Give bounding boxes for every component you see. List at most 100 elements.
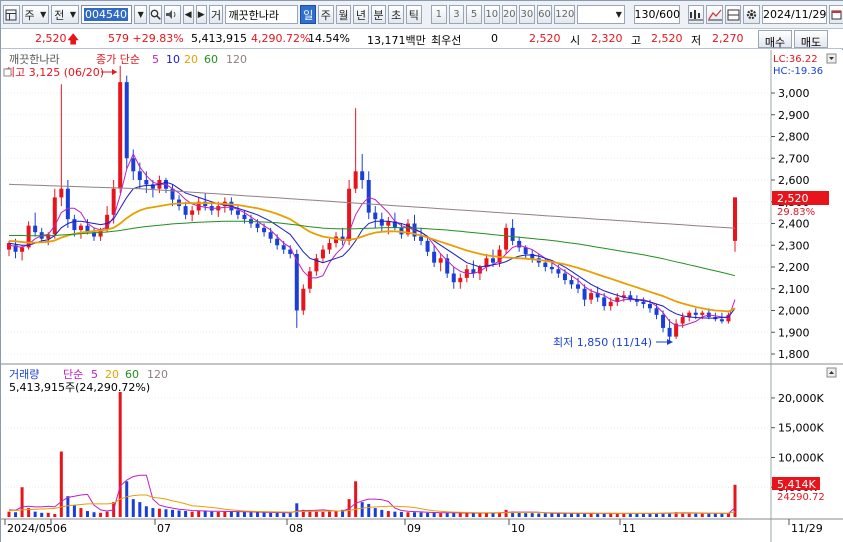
chart-tools-icon	[689, 9, 704, 20]
minute-120-button[interactable]: 120	[554, 5, 576, 24]
candle	[373, 212, 378, 220]
candle	[255, 223, 260, 228]
scope-select[interactable]: 전 ▼	[51, 5, 80, 24]
period-second-button[interactable]: 초	[388, 5, 405, 24]
volume-bar	[314, 511, 318, 517]
grid-menu-icon[interactable]	[3, 5, 20, 24]
low-label: 저	[691, 34, 702, 47]
candle	[733, 197, 737, 241]
minute-30-button[interactable]: 30	[519, 5, 535, 24]
minute-60-button[interactable]: 60	[536, 5, 553, 24]
toolbar: 주 ▼ 전 ▼ 004540 ▼ ◀ ▶ 거 깨끗한나라 일 주 월 년 분 초 틱…	[1, 1, 843, 29]
next-stock-button[interactable]: ▶	[195, 5, 207, 24]
custom-period-select[interactable]: ▼	[577, 5, 625, 24]
candle	[7, 243, 11, 250]
volume-bar	[413, 512, 417, 517]
candle	[52, 197, 57, 235]
volume-bar	[517, 512, 521, 517]
candle	[118, 82, 123, 189]
code-dropdown-button[interactable]: ▼	[134, 5, 148, 24]
minute-20-button[interactable]: 20	[501, 5, 518, 24]
candle	[562, 273, 567, 281]
settings-button[interactable]	[743, 5, 760, 24]
date-field[interactable]: 2024/11/29	[761, 5, 828, 24]
high-label: 고	[631, 34, 642, 47]
volume-bar	[99, 512, 103, 517]
stock-code-value: 004540	[84, 8, 129, 21]
quote-bar: 2,520 🡅 579 +29.83% 5,413,915 4,290.72% …	[1, 29, 843, 49]
volume-bar	[452, 512, 456, 517]
candle	[458, 277, 463, 283]
volume-legend-ma: 단순	[63, 368, 83, 381]
volume-bar	[334, 511, 338, 517]
volume-bar	[321, 511, 325, 517]
minute-5-button[interactable]: 5	[466, 5, 482, 24]
volume-axis-label: 20,000K	[778, 392, 824, 405]
price-axis-label: 2,900	[778, 109, 810, 122]
minute-1-button[interactable]: 1	[431, 5, 447, 24]
candle	[131, 158, 136, 172]
volume-bar	[439, 513, 443, 517]
period-year-button[interactable]: 년	[353, 5, 369, 24]
chart-tools-button[interactable]	[687, 5, 705, 24]
candle	[379, 219, 384, 226]
price-axis-label: 2,400	[778, 218, 810, 231]
period-week-button[interactable]: 주	[317, 5, 334, 24]
minute-label: 30	[520, 9, 534, 20]
volume-bar	[242, 511, 246, 517]
volume-bar	[295, 503, 299, 517]
layout-button[interactable]	[724, 5, 742, 24]
period-minute-button[interactable]: 분	[370, 5, 387, 24]
candle	[419, 236, 424, 241]
price-legend-ma: 종가 단순	[96, 53, 140, 66]
minute-10-button[interactable]: 10	[483, 5, 500, 24]
triangle-left-icon: ◀	[184, 9, 192, 20]
minute-label: 120	[555, 9, 575, 20]
price-axis-label: 1,900	[778, 326, 810, 339]
chart-area[interactable]: 3,0002,9002,8002,7002,6002,5002,4002,300…	[1, 50, 843, 542]
price-axis-label: 2,800	[778, 131, 810, 144]
date-value: 2024/11/29	[762, 8, 827, 21]
search-button[interactable]	[149, 5, 163, 24]
current-price: 2,520	[35, 32, 67, 45]
period-month-button[interactable]: 월	[335, 5, 352, 24]
minute-3-button[interactable]: 3	[448, 5, 465, 24]
volume-bar	[648, 513, 652, 517]
sell-button[interactable]: 매도	[794, 30, 828, 49]
prev-stock-button[interactable]: ◀	[182, 5, 194, 24]
volume-bar	[498, 512, 502, 517]
candle	[491, 258, 495, 263]
volume-legend-ma-120: 120	[147, 368, 168, 381]
market-select[interactable]: 주 ▼	[21, 5, 50, 24]
bar-count-field[interactable]: 130/600	[634, 5, 681, 24]
volume-bar	[641, 513, 645, 517]
volume-bar	[308, 511, 312, 517]
candle	[366, 180, 371, 213]
volume-bar	[105, 511, 109, 517]
volume-bar	[583, 513, 587, 517]
volume-bar	[171, 509, 175, 517]
stock-code-input[interactable]: 004540	[81, 5, 133, 24]
triangle-right-icon: ▶	[197, 9, 205, 20]
x-axis-label: 08	[289, 522, 303, 535]
minute-label: 1	[435, 9, 443, 20]
calendar-button[interactable]	[829, 5, 843, 24]
pane-collapse-button[interactable]	[3, 68, 12, 77]
buy-button[interactable]: 매수	[758, 30, 792, 49]
price-axis-label: 3,000	[778, 87, 810, 100]
type-button[interactable]: 거	[208, 5, 224, 24]
volume-legend-ma-20: 20	[105, 368, 119, 381]
volume-bar	[85, 511, 89, 517]
candle	[124, 82, 129, 159]
candle	[517, 240, 522, 248]
period-tick-button[interactable]: 틱	[406, 5, 422, 24]
compare-button[interactable]	[706, 5, 723, 24]
stock-name: 깨끗한나라	[228, 8, 280, 22]
stock-name-field: 깨끗한나라	[225, 5, 299, 24]
minute-label: 10	[485, 9, 499, 20]
sound-button[interactable]	[164, 5, 181, 24]
candle	[353, 171, 358, 189]
volume-bar	[445, 512, 449, 517]
candle	[576, 284, 581, 289]
period-day-button[interactable]: 일	[300, 5, 316, 24]
